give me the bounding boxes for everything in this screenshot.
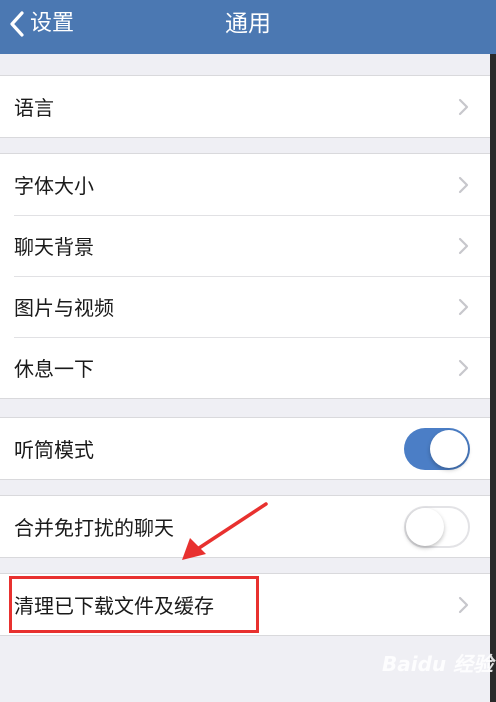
settings-group-earpiece: 听筒模式 (0, 417, 490, 480)
settings-row-take-a-break[interactable]: 休息一下 (0, 337, 490, 398)
settings-row-label: 听筒模式 (14, 438, 94, 462)
settings-row-label: 合并免打扰的聊天 (14, 516, 174, 540)
merge-muted-chats-toggle[interactable] (404, 505, 470, 548)
earpiece-mode-toggle[interactable] (404, 427, 470, 470)
navigation-bar: 设置 通用 (0, 0, 496, 54)
settings-row-font-size[interactable]: 字体大小 (0, 154, 490, 215)
chevron-right-icon (458, 237, 469, 254)
settings-row-label: 语言 (14, 96, 54, 120)
chevron-right-icon (458, 359, 469, 376)
settings-row-label: 休息一下 (14, 357, 94, 381)
chevron-right-icon (458, 596, 469, 613)
settings-row-label: 聊天背景 (14, 235, 94, 259)
settings-row-chat-background[interactable]: 聊天背景 (0, 215, 490, 276)
annotation-arrow-icon (182, 502, 268, 560)
toggle-knob (430, 429, 468, 468)
chevron-right-icon (458, 176, 469, 193)
settings-row-photos-videos[interactable]: 图片与视频 (0, 276, 490, 337)
settings-row-earpiece-mode: 听筒模式 (0, 418, 490, 479)
toggle-knob (406, 507, 444, 546)
settings-row-label: 图片与视频 (14, 296, 114, 320)
chevron-right-icon (458, 298, 469, 315)
screen-edge (490, 54, 496, 702)
page-title: 通用 (225, 11, 271, 37)
settings-group-display: 字体大小 聊天背景 图片与视频 休息一下 (0, 153, 490, 399)
settings-group-language: 语言 (0, 75, 490, 138)
settings-row-label: 字体大小 (14, 174, 94, 198)
annotation-highlight-box (9, 576, 259, 633)
watermark: Baidu 经验 (382, 652, 494, 676)
chevron-right-icon (458, 98, 469, 115)
settings-row-language[interactable]: 语言 (0, 76, 490, 137)
